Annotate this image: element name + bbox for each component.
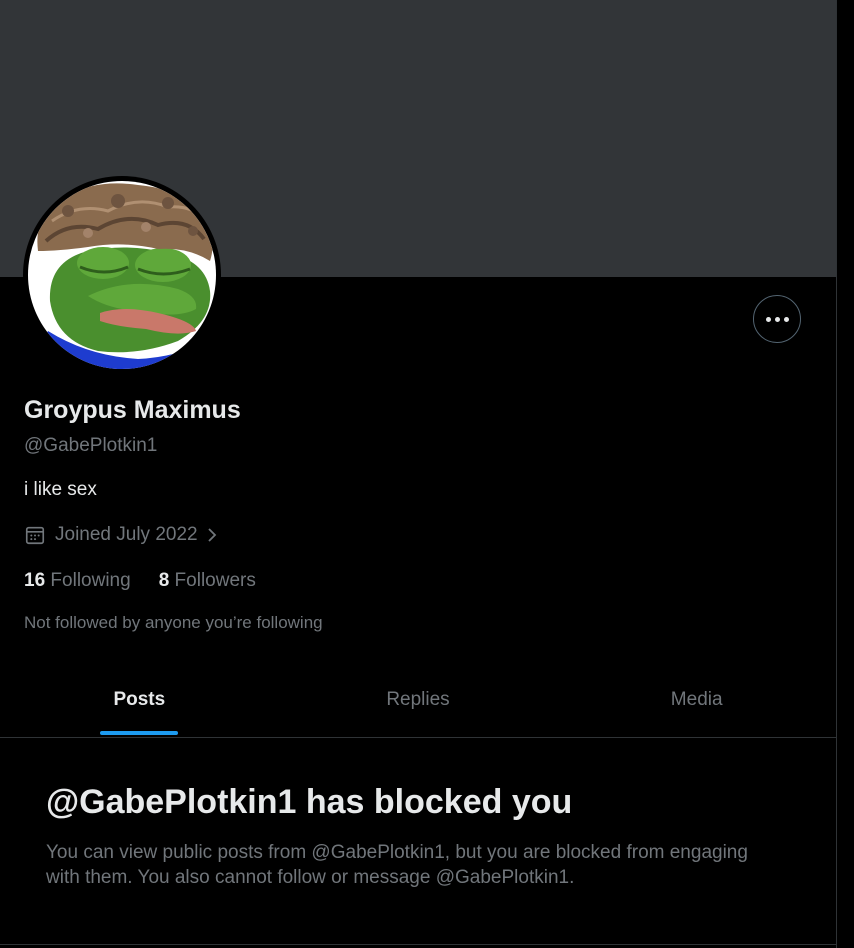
followers-link[interactable]: 8 Followers (159, 570, 256, 592)
more-options-button[interactable] (753, 295, 801, 343)
tab-posts[interactable]: Posts (0, 664, 279, 737)
tab-media[interactable]: Media (557, 664, 836, 737)
tab-media-label: Media (670, 688, 723, 710)
following-link[interactable]: 16 Following (24, 570, 131, 592)
column-border (836, 0, 837, 948)
more-horizontal-icon (764, 316, 791, 322)
display-name: Groypus Maximus (24, 396, 241, 424)
blocked-description: You can view public posts from @GabePlot… (46, 842, 748, 888)
not-followed-notice: Not followed by anyone you’re following (24, 613, 323, 632)
tabs-divider (0, 737, 836, 738)
following-count: 16 (24, 570, 46, 591)
following-label: Following (50, 570, 131, 591)
follow-stats: 16 Following 8 Followers (24, 570, 284, 592)
calendar-icon (25, 526, 45, 545)
blocked-title: @GabePlotkin1 has blocked you (46, 783, 573, 821)
followers-count: 8 (158, 570, 170, 591)
followers-label: Followers (174, 570, 256, 591)
profile-handle: @GabePlotkin1 (24, 435, 158, 456)
profile-avatar[interactable] (23, 176, 221, 374)
profile-tabs: Posts Replies Media (0, 664, 836, 737)
tab-posts-label: Posts (113, 688, 166, 710)
bottom-divider (0, 944, 836, 945)
joined-date-text: Joined July 2022 (55, 524, 198, 545)
tab-replies[interactable]: Replies (279, 664, 558, 737)
tab-replies-label: Replies (386, 688, 450, 710)
joined-date-link[interactable]: Joined July 2022 (24, 524, 220, 546)
profile-column: Groypus Maximus @GabePlotkin1 i like sex… (0, 0, 836, 948)
active-tab-indicator (100, 731, 179, 735)
profile-bio: i like sex (24, 479, 97, 500)
avatar-image (28, 181, 216, 369)
chevron-right-icon (207, 528, 216, 542)
